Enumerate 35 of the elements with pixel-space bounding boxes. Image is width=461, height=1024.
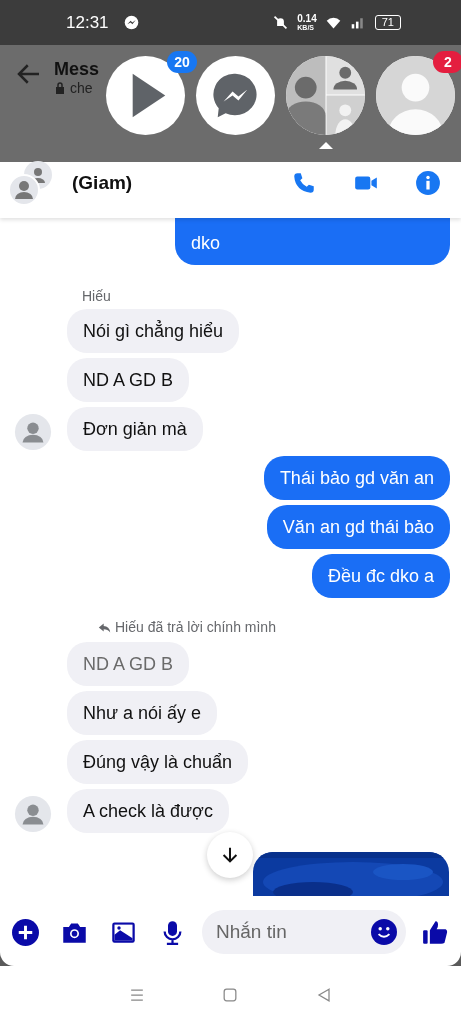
network-speed: 0.14 — [297, 13, 317, 24]
received-message: Đúng vậy là chuẩn — [67, 740, 249, 784]
phone-icon[interactable] — [291, 170, 317, 196]
messenger-icon — [122, 14, 140, 31]
unread-badge: 2 — [433, 51, 461, 73]
scroll-down-button[interactable] — [207, 832, 253, 878]
received-message: Như a nói ấy e — [67, 691, 218, 735]
app-title: Mess — [54, 59, 100, 80]
received-message: A check là được — [67, 789, 229, 833]
received-message: Nói gì chẳng hiểu — [67, 309, 240, 353]
quoted-message: ND A GD B — [67, 642, 190, 686]
clock-time: 12:31 — [66, 12, 109, 33]
sender-name: Hiếu — [82, 288, 112, 304]
app-subtitle: che — [70, 80, 93, 96]
received-message: ND A GD B — [67, 358, 190, 402]
group-avatar-icon — [286, 56, 365, 135]
mute-icon — [272, 14, 290, 31]
battery-level: 71 — [374, 15, 401, 30]
thumbs-up-icon[interactable] — [422, 918, 449, 946]
sent-message: Thái bảo gd văn an — [263, 456, 450, 500]
sent-message: Văn an gd thái bảo — [266, 505, 450, 549]
conversation-title: (Giam) — [72, 172, 133, 194]
sent-message: dko — [175, 218, 450, 265]
unread-badge: 20 — [167, 51, 197, 73]
received-message: Đơn giản mà — [67, 407, 203, 451]
avatar-icon — [14, 413, 52, 451]
message-input[interactable]: Nhắn tin — [202, 910, 406, 954]
pointer-icon — [319, 142, 333, 149]
avatar-icon — [14, 795, 52, 833]
lock-icon — [54, 82, 66, 94]
info-icon[interactable] — [415, 170, 441, 196]
sent-message: Đều đc dko a — [311, 554, 450, 598]
reply-note: Hiếu đã trả lời chính mình — [115, 619, 276, 635]
plus-icon[interactable] — [12, 918, 39, 946]
emoji-icon[interactable] — [371, 919, 397, 945]
